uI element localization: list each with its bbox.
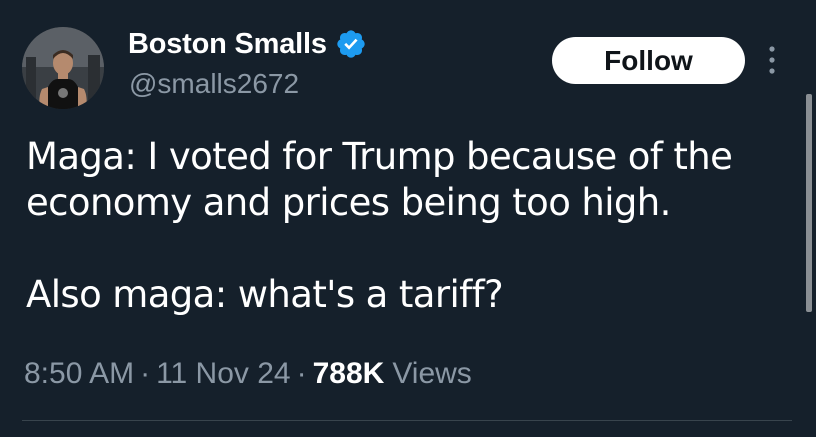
name-row: Boston Smalls <box>128 26 367 62</box>
follow-button[interactable]: Follow <box>552 37 745 84</box>
tweet-time[interactable]: 8:50 AM <box>24 357 134 391</box>
scrollbar[interactable] <box>806 94 812 312</box>
tweet-text: Maga: I voted for Trump because of the e… <box>26 134 786 318</box>
tweet-line: Also maga: what's a tariff? <box>26 273 504 316</box>
meta-separator: · <box>296 357 307 390</box>
tweet-line: Maga: I voted for Trump because of the <box>26 135 733 178</box>
meta-separator: · <box>140 357 151 390</box>
more-vertical-icon[interactable] <box>764 43 780 77</box>
views-label: Views <box>392 357 472 390</box>
verified-badge-icon <box>335 28 367 60</box>
divider <box>22 420 792 421</box>
user-handle[interactable]: @smalls2672 <box>129 68 299 100</box>
tweet-meta: 8:50 AM · 11 Nov 24 · 788K Views <box>24 357 472 391</box>
avatar-photo <box>22 27 104 109</box>
avatar[interactable] <box>22 27 104 109</box>
tweet-line: economy and prices being too high. <box>26 181 671 224</box>
tweet-date[interactable]: 11 Nov 24 <box>156 357 291 391</box>
views-count: 788K <box>312 357 385 390</box>
display-name[interactable]: Boston Smalls <box>128 28 327 61</box>
tweet-card: Boston Smalls @smalls2672 Follow Maga: I… <box>0 0 816 437</box>
